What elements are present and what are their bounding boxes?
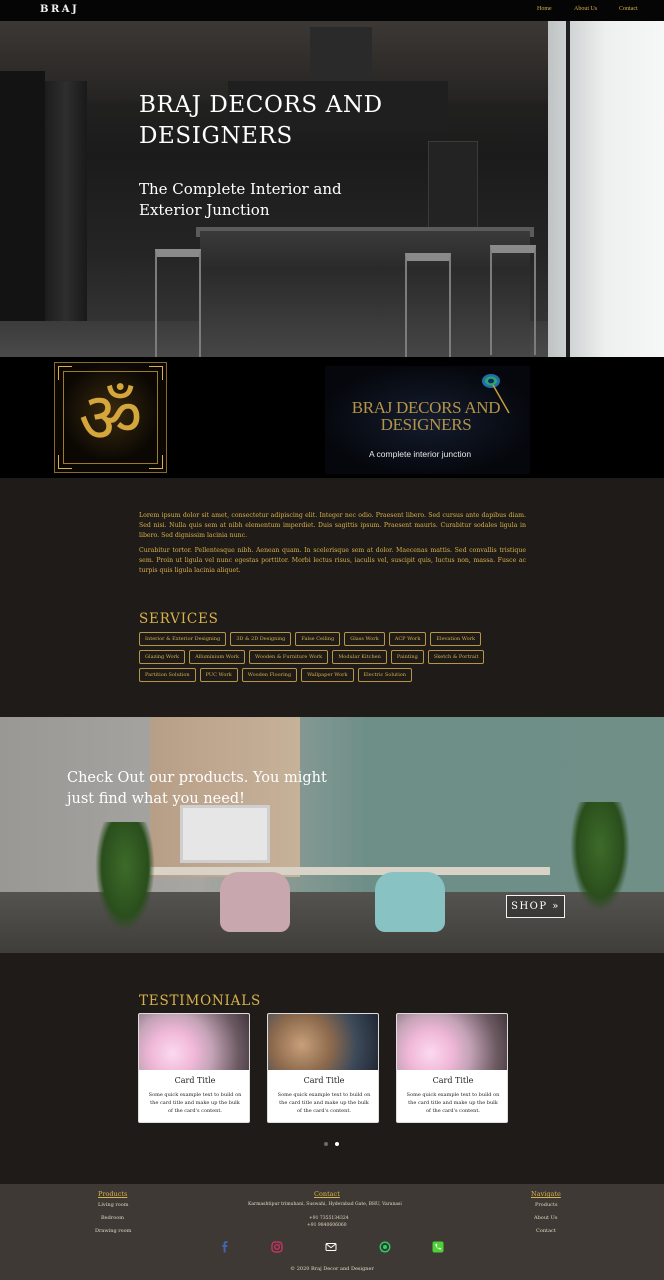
service-chip[interactable]: Painting (390, 650, 424, 664)
service-chip[interactable]: Modular Kitchen (332, 650, 387, 664)
nav-link-home[interactable]: Home (537, 6, 552, 12)
service-chip[interactable]: Elevation Work (430, 632, 482, 646)
promo-chair (375, 872, 445, 932)
footer-contact-heading: Contact (314, 1190, 340, 1198)
promo-plant (95, 822, 155, 932)
promo-plant (570, 802, 630, 912)
intro-paragraph: Lorem ipsum dolor sit amet, consectetur … (139, 512, 526, 539)
hero-island (200, 231, 530, 357)
footer-phone[interactable]: +91 7355134324 (309, 1216, 349, 1221)
testimonial-card[interactable]: Card Title Some quick example text to bu… (396, 1013, 508, 1123)
phone-icon[interactable] (432, 1241, 444, 1253)
hero-section: BRAJ DECORS AND DESIGNERS The Complete I… (0, 21, 664, 357)
hero-wall-panels (0, 71, 45, 357)
carousel-indicator-active[interactable] (335, 1142, 339, 1146)
testimonial-card[interactable]: Card Title Some quick example text to bu… (267, 1013, 379, 1123)
card-image (397, 1014, 507, 1070)
services-list: Interior & Exterior Designing 3D & 2D De… (139, 632, 529, 682)
service-chip[interactable]: Electric Solution (357, 668, 413, 682)
testimonial-card[interactable]: Card Title Some quick example text to bu… (138, 1013, 250, 1123)
card-image (139, 1014, 249, 1070)
hero-window-frame (566, 21, 570, 357)
logo-band: ॐ BRAJ DECORS AND DESIGNERS A complete i… (0, 357, 664, 478)
footer-products-heading: Products (98, 1190, 128, 1198)
service-chip[interactable]: Glazing Work (139, 650, 186, 664)
footer-phone[interactable]: +91 9840606060 (307, 1223, 347, 1228)
nav-link-contact[interactable]: Contact (619, 6, 638, 12)
service-chip[interactable]: Wooden & Furniture Work (249, 650, 329, 664)
hero-stool (155, 249, 201, 357)
promo-chair (220, 872, 290, 932)
service-chip[interactable]: Alluminium Work (189, 650, 246, 664)
nav-link-about[interactable]: About Us (574, 6, 597, 12)
hero-stool (490, 245, 536, 355)
logo-tagline: A complete interior junction (369, 449, 472, 459)
promo-text: Check Out our products. You might just f… (67, 770, 327, 807)
card-title: Card Title (303, 1076, 345, 1085)
card-text: Some quick example text to build on the … (277, 1092, 371, 1114)
card-title: Card Title (432, 1076, 474, 1085)
promo-banner: Check Out our products. You might just f… (0, 717, 664, 953)
carousel-indicator[interactable] (324, 1142, 328, 1146)
shop-button-label: SHOP (511, 901, 548, 912)
navbar: BRAJ Home About Us Contact (0, 0, 664, 21)
service-chip[interactable]: 3D & 2D Designing (230, 632, 292, 646)
email-icon[interactable] (325, 1241, 337, 1253)
brand-wordmark: BRAJ DECORS AND DESIGNERS A complete int… (325, 366, 530, 474)
instagram-icon[interactable] (271, 1241, 283, 1253)
intro-text: Lorem ipsum dolor sit amet, consectetur … (139, 511, 526, 581)
card-image (268, 1014, 378, 1070)
copyright-text: © 2020 Braj Decor and Designer (290, 1266, 374, 1272)
promo-monitor (180, 805, 270, 863)
shop-button[interactable]: SHOP » (506, 895, 565, 918)
footer-link[interactable]: Living room (98, 1202, 129, 1208)
hero-shelf (428, 141, 478, 231)
service-chip[interactable]: Sketch & Portrait (427, 650, 485, 664)
footer-link[interactable]: Drawing room (95, 1228, 131, 1234)
service-chip[interactable]: PUC Work (199, 668, 238, 682)
service-chip[interactable]: Wooden Flooring (241, 668, 298, 682)
service-chip[interactable]: Interior & Exterior Designing (139, 632, 227, 646)
hero-subtitle: The Complete Interior and Exterior Junct… (139, 180, 342, 219)
service-chip[interactable]: Glass Work (344, 632, 385, 646)
logo-name: BRAJ DECORS AND DESIGNERS (351, 398, 501, 434)
service-chip[interactable]: Partition Solution (139, 668, 196, 682)
emblem-logo: ॐ (54, 362, 167, 473)
footer-link[interactable]: Contact (536, 1228, 556, 1234)
facebook-icon[interactable] (219, 1241, 231, 1253)
service-chip[interactable]: Wallpaper Work (301, 668, 354, 682)
footer-link[interactable]: Products (535, 1202, 558, 1208)
hero-fridge (45, 81, 87, 356)
ganesha-icon: ॐ (78, 377, 143, 459)
services-heading: SERVICES (139, 611, 219, 627)
hero-title: BRAJ DECORS AND DESIGNERS (139, 92, 383, 149)
testimonials-heading: TESTIMONIALS (139, 993, 262, 1009)
card-text: Some quick example text to build on the … (406, 1092, 500, 1114)
chevron-double-right-icon: » (552, 901, 560, 912)
footer-address: Karmashtipur trimuhani, Suswahi, Hyderab… (248, 1202, 402, 1207)
footer-link[interactable]: Bedroom (101, 1215, 124, 1221)
promo-desk (150, 867, 550, 875)
intro-paragraph: Curabitur tortor. Pellentesque nibh. Aen… (139, 547, 526, 574)
service-chip[interactable]: ACP Work (388, 632, 427, 646)
service-chip[interactable]: False Ceiling (295, 632, 341, 646)
footer-navigate-heading: Navigate (531, 1190, 561, 1198)
hero-hood-duct (310, 27, 372, 85)
whatsapp-icon[interactable] (379, 1241, 391, 1253)
card-title: Card Title (174, 1076, 216, 1085)
card-text: Some quick example text to build on the … (148, 1092, 242, 1114)
brand-logo-text[interactable]: BRAJ (40, 4, 79, 15)
footer-link[interactable]: About Us (534, 1215, 557, 1221)
hero-stool (405, 253, 451, 357)
